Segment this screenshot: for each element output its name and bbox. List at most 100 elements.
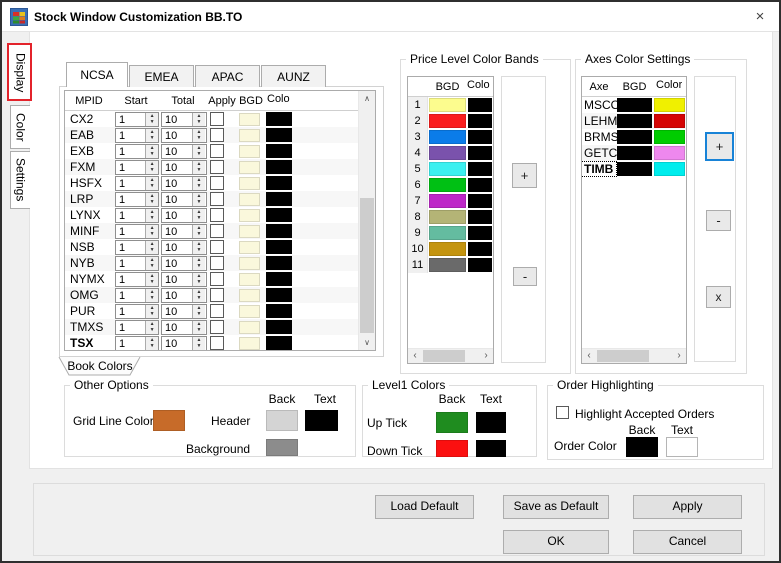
tab-apac[interactable]: APAC — [195, 65, 260, 87]
tab-book-colors[interactable]: Book Colors — [62, 359, 138, 373]
bgd-swatch[interactable] — [239, 240, 260, 254]
color-swatch[interactable] — [266, 272, 292, 286]
scroll-left-icon[interactable]: ‹ — [408, 349, 422, 363]
scrollbar-thumb[interactable] — [423, 350, 465, 362]
scroll-down-icon[interactable]: ∨ — [359, 335, 375, 350]
bgd-swatch[interactable] — [239, 288, 260, 302]
total-spinner[interactable]: 10 ▲ ▼ — [161, 255, 207, 271]
spinner-down-icon[interactable]: ▼ — [146, 151, 158, 158]
total-spinner[interactable]: 10 ▲ ▼ — [161, 271, 207, 287]
color-swatch[interactable] — [266, 176, 292, 190]
total-spinner[interactable]: 10 ▲ ▼ — [161, 287, 207, 303]
apply-checkbox[interactable] — [210, 256, 224, 270]
band-bgd-swatch[interactable] — [429, 130, 466, 144]
spinner-down-icon[interactable]: ▼ — [146, 247, 158, 254]
color-swatch[interactable] — [266, 224, 292, 238]
bgd-swatch[interactable] — [239, 208, 260, 222]
band-bgd-swatch[interactable] — [429, 242, 466, 256]
total-spinner[interactable]: 10 ▲ ▼ — [161, 319, 207, 335]
band-color-swatch[interactable] — [468, 226, 492, 240]
spinner-down-icon[interactable]: ▼ — [193, 247, 205, 254]
total-spinner[interactable]: 10 ▲ ▼ — [161, 303, 207, 319]
bgd-swatch[interactable] — [239, 272, 260, 286]
scroll-right-icon[interactable]: › — [672, 349, 686, 363]
order-text-swatch[interactable] — [666, 437, 698, 457]
apply-checkbox[interactable] — [210, 128, 224, 142]
total-spinner[interactable]: 10 ▲ ▼ — [161, 127, 207, 143]
band-color-swatch[interactable] — [468, 258, 492, 272]
cancel-button[interactable]: Cancel — [633, 530, 742, 554]
apply-checkbox[interactable] — [210, 224, 224, 238]
start-spinner[interactable]: 1 ▲ ▼ — [115, 175, 159, 191]
spinner-down-icon[interactable]: ▼ — [193, 151, 205, 158]
total-spinner[interactable]: 10 ▲ ▼ — [161, 239, 207, 255]
spinner-down-icon[interactable]: ▼ — [193, 215, 205, 222]
total-spinner[interactable]: 10 ▲ ▼ — [161, 143, 207, 159]
start-spinner[interactable]: 1 ▲ ▼ — [115, 303, 159, 319]
spinner-down-icon[interactable]: ▼ — [193, 279, 205, 286]
scrollbar-thumb[interactable] — [360, 198, 374, 333]
down-tick-text-swatch[interactable] — [476, 440, 506, 457]
close-icon[interactable]: × — [746, 7, 774, 28]
apply-checkbox[interactable] — [210, 320, 224, 334]
color-swatch[interactable] — [266, 288, 292, 302]
scroll-right-icon[interactable]: › — [479, 349, 493, 363]
spinner-down-icon[interactable]: ▼ — [193, 343, 205, 350]
spinner-down-icon[interactable]: ▼ — [146, 279, 158, 286]
bgd-swatch[interactable] — [239, 128, 260, 142]
down-tick-back-swatch[interactable] — [436, 440, 468, 457]
band-bgd-swatch[interactable] — [429, 178, 466, 192]
axe-bgd-swatch[interactable] — [617, 98, 652, 112]
color-swatch[interactable] — [266, 240, 292, 254]
color-swatch[interactable] — [266, 144, 292, 158]
header-back-swatch[interactable] — [266, 410, 298, 431]
start-spinner[interactable]: 1 ▲ ▼ — [115, 223, 159, 239]
apply-checkbox[interactable] — [210, 240, 224, 254]
total-spinner[interactable]: 10 ▲ ▼ — [161, 223, 207, 239]
highlight-accepted-orders-checkbox[interactable] — [556, 406, 569, 419]
ok-button[interactable]: OK — [503, 530, 609, 554]
band-color-swatch[interactable] — [468, 98, 492, 112]
color-swatch[interactable] — [266, 112, 292, 126]
bgd-swatch[interactable] — [239, 320, 260, 334]
start-spinner[interactable]: 1 ▲ ▼ — [115, 191, 159, 207]
band-bgd-swatch[interactable] — [429, 194, 466, 208]
band-color-swatch[interactable] — [468, 130, 492, 144]
header-text-swatch[interactable] — [305, 410, 338, 431]
spinner-down-icon[interactable]: ▼ — [146, 119, 158, 126]
spinner-down-icon[interactable]: ▼ — [146, 295, 158, 302]
color-swatch[interactable] — [266, 192, 292, 206]
spinner-down-icon[interactable]: ▼ — [193, 311, 205, 318]
apply-checkbox[interactable] — [210, 144, 224, 158]
apply-checkbox[interactable] — [210, 160, 224, 174]
band-color-swatch[interactable] — [468, 162, 492, 176]
tab-emea[interactable]: EMEA — [129, 65, 194, 87]
total-spinner[interactable]: 10 ▲ ▼ — [161, 191, 207, 207]
color-swatch[interactable] — [266, 320, 292, 334]
spinner-down-icon[interactable]: ▼ — [193, 119, 205, 126]
spinner-down-icon[interactable]: ▼ — [146, 135, 158, 142]
up-tick-text-swatch[interactable] — [476, 412, 506, 433]
grid-line-color-swatch[interactable] — [153, 410, 185, 431]
color-swatch[interactable] — [266, 336, 292, 350]
axe-color-swatch[interactable] — [654, 130, 685, 144]
spinner-down-icon[interactable]: ▼ — [193, 167, 205, 174]
tab-aunz[interactable]: AUNZ — [261, 65, 326, 87]
start-spinner[interactable]: 1 ▲ ▼ — [115, 255, 159, 271]
axe-bgd-swatch[interactable] — [617, 162, 652, 176]
axe-color-swatch[interactable] — [654, 98, 685, 112]
order-back-swatch[interactable] — [626, 437, 658, 457]
add-band-button[interactable]: + — [512, 163, 537, 188]
apply-checkbox[interactable] — [210, 112, 224, 126]
spinner-down-icon[interactable]: ▼ — [193, 263, 205, 270]
apply-checkbox[interactable] — [210, 288, 224, 302]
bgd-swatch[interactable] — [239, 336, 260, 350]
apply-checkbox[interactable] — [210, 272, 224, 286]
start-spinner[interactable]: 1 ▲ ▼ — [115, 207, 159, 223]
spinner-down-icon[interactable]: ▼ — [193, 327, 205, 334]
spinner-down-icon[interactable]: ▼ — [146, 311, 158, 318]
band-color-swatch[interactable] — [468, 242, 492, 256]
total-spinner[interactable]: 10 ▲ ▼ — [161, 207, 207, 223]
background-swatch[interactable] — [266, 439, 298, 456]
start-spinner[interactable]: 1 ▲ ▼ — [115, 319, 159, 335]
